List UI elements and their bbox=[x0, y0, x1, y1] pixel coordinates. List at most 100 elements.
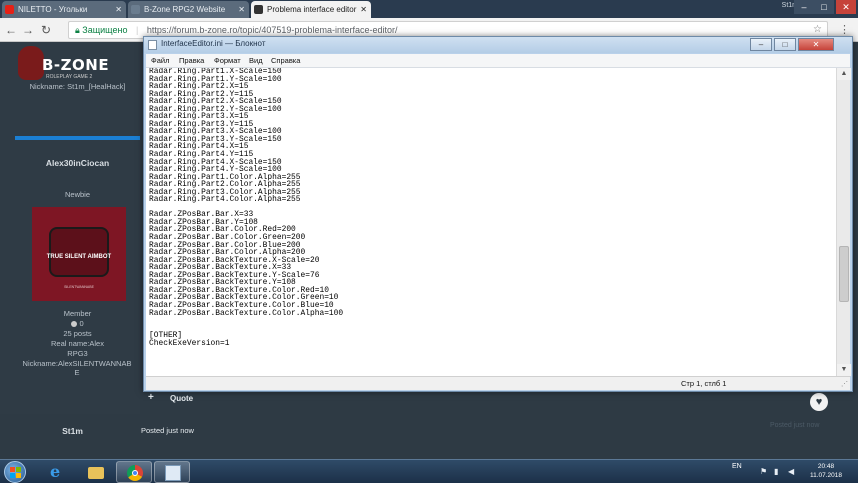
menu-view[interactable]: Вид bbox=[249, 56, 263, 65]
text-line bbox=[149, 325, 836, 333]
separator: | bbox=[135, 25, 139, 35]
language-indicator[interactable]: EN bbox=[732, 463, 742, 470]
plus-button[interactable]: + bbox=[148, 392, 154, 403]
chrome-icon bbox=[127, 465, 143, 481]
tab-niletto[interactable]: NILETTO - Угольки ✕ bbox=[2, 1, 126, 18]
taskbar-ie[interactable]: e bbox=[40, 461, 76, 483]
text-line: Radar.Ring.Part4.Color.Alpha=255 bbox=[149, 195, 301, 205]
browser-tab-strip: NILETTO - Угольки ✕ B-Zone RPG2 Website … bbox=[0, 0, 858, 18]
scroll-up-icon[interactable]: ▲ bbox=[837, 68, 851, 80]
avatar-footer: SILENTWANNABE bbox=[64, 285, 94, 289]
clock-date: 11.07.2018 bbox=[809, 472, 843, 479]
notepad-titlebar[interactable]: InterfaceEditor.ini — Блокнот – □ ✕ bbox=[144, 37, 852, 53]
reply-author[interactable]: St1m bbox=[10, 426, 135, 436]
menu-format[interactable]: Формат bbox=[214, 56, 241, 65]
text-line bbox=[149, 317, 836, 325]
maximize-icon[interactable]: □ bbox=[774, 38, 796, 51]
menu-help[interactable]: Справка bbox=[271, 56, 300, 65]
taskbar-chrome[interactable] bbox=[116, 461, 152, 483]
poster-rank: Newbie bbox=[64, 190, 90, 199]
system-clock[interactable]: 20:48 11.07.2018 bbox=[804, 462, 848, 480]
cursor-position: Стр 1, стлб 1 bbox=[681, 379, 727, 388]
flag-icon[interactable]: ⚑ bbox=[760, 467, 767, 476]
notepad-window: InterfaceEditor.ini — Блокнот – □ ✕ Файл… bbox=[143, 36, 853, 392]
scroll-down-icon[interactable]: ▼ bbox=[837, 364, 851, 376]
close-icon[interactable]: ✕ bbox=[360, 1, 367, 18]
aimbot-badge-icon bbox=[49, 227, 109, 277]
internet-explorer-icon: e bbox=[50, 462, 61, 481]
text-line: Radar.ZPosBar.BackTexture.Color.Alpha=10… bbox=[149, 308, 344, 318]
user-sidebar: B-ZONE ROLEPLAY GAME 2 Nickname: St1m_[H… bbox=[0, 42, 140, 459]
poster-real-name: Real name:Alex bbox=[51, 339, 104, 348]
tab-bzone-website[interactable]: B-Zone RPG2 Website ✕ bbox=[128, 1, 249, 18]
security-label: Защищено bbox=[82, 25, 128, 35]
reply-status: Posted just now bbox=[141, 426, 194, 435]
post-actions-bar: + Quote bbox=[140, 390, 858, 412]
notepad-icon bbox=[165, 465, 181, 481]
logo-brand: B-ZONE bbox=[42, 56, 110, 74]
close-icon[interactable]: ✕ bbox=[115, 1, 122, 18]
windows-taskbar: e EN ⚑ ▮ ◀ 20:48 11.07.2018 bbox=[0, 459, 858, 483]
poster-avatar[interactable]: TRUE SILENT AIMBOT SILENTWANNABE bbox=[32, 207, 126, 301]
reputation-value: 0 bbox=[79, 319, 84, 328]
url-text: https://forum.b-zone.ro/topic/407519-pro… bbox=[146, 25, 398, 35]
tab-problema[interactable]: Problema interface editor ✕ bbox=[251, 1, 371, 18]
minimize-icon[interactable]: – bbox=[750, 38, 772, 51]
skull-logo-icon bbox=[18, 46, 44, 80]
heart-icon[interactable]: ♥ bbox=[810, 393, 828, 411]
quote-button[interactable]: Quote bbox=[170, 394, 193, 403]
logo-tagline: ROLEPLAY GAME 2 bbox=[46, 74, 93, 80]
volume-icon[interactable]: ◀ bbox=[788, 467, 794, 476]
maximize-icon[interactable]: □ bbox=[814, 0, 834, 14]
menu-edit[interactable]: Правка bbox=[179, 56, 204, 65]
close-icon[interactable]: ✕ bbox=[238, 1, 245, 18]
notepad-text-area[interactable]: Radar.Ring.Part1.X-Scale=150 Radar.Ring.P… bbox=[146, 68, 836, 376]
scroll-thumb[interactable] bbox=[839, 246, 849, 302]
taskbar-notepad[interactable] bbox=[154, 461, 190, 483]
poster-group: Member bbox=[63, 309, 92, 318]
text-line: Radar.Ring.Part3.Y-Scale=150 bbox=[149, 134, 282, 144]
clock-time: 20:48 bbox=[817, 463, 835, 470]
start-button[interactable] bbox=[4, 461, 26, 483]
resize-grip-icon[interactable]: ⋰ bbox=[841, 380, 848, 388]
bzone-logo[interactable]: B-ZONE ROLEPLAY GAME 2 bbox=[18, 46, 114, 86]
folder-icon bbox=[88, 467, 104, 479]
reload-icon[interactable]: ↻ bbox=[38, 22, 54, 38]
text-line: Radar.Ring.Part1.Y-Scale=100 bbox=[149, 74, 282, 84]
close-icon[interactable]: ✕ bbox=[836, 0, 856, 14]
youtube-icon bbox=[5, 5, 14, 14]
network-icon[interactable]: ▮ bbox=[774, 467, 778, 476]
poster-nickname: Nickname:AlexSILENTWANNABE bbox=[22, 359, 132, 377]
notepad-menubar: Файл Правка Формат Вид Справка bbox=[146, 54, 850, 68]
poster-server: RPG3 bbox=[67, 349, 88, 358]
notepad-icon bbox=[148, 40, 157, 50]
text-line: Radar.Ring.Part2.Y-Scale=100 bbox=[149, 104, 282, 114]
menu-file[interactable]: Файл bbox=[151, 56, 169, 65]
tab-label: B-Zone RPG2 Website bbox=[144, 5, 226, 14]
text-line: CheckExeVersion=1 bbox=[149, 338, 230, 348]
post-divider bbox=[15, 136, 140, 140]
text-line: [OTHER] bbox=[149, 331, 183, 341]
poster-name[interactable]: Alex30inCiocan bbox=[15, 158, 140, 168]
reputation-dot-icon bbox=[71, 321, 78, 328]
avatar-caption: TRUE SILENT AIMBOT bbox=[46, 254, 112, 260]
notepad-statusbar: Стр 1, стлб 1 ⋰ bbox=[146, 376, 850, 390]
close-icon[interactable]: ✕ bbox=[798, 38, 834, 51]
tab-label: NILETTO - Угольки bbox=[18, 5, 88, 14]
browser-menu-icon[interactable]: ⋮ bbox=[839, 23, 850, 36]
tab-label: Problema interface editor bbox=[267, 5, 357, 14]
poster-reputation: 0 bbox=[15, 319, 140, 328]
minimize-icon[interactable]: – bbox=[794, 0, 814, 14]
vertical-scrollbar[interactable]: ▲ ▼ bbox=[836, 68, 851, 376]
top-user-nickname: Nickname: St1m_[HealHack] bbox=[29, 82, 126, 91]
forward-arrow-icon[interactable]: → bbox=[20, 22, 36, 38]
notepad-title: InterfaceEditor.ini — Блокнот bbox=[161, 39, 266, 48]
site-icon bbox=[131, 5, 140, 14]
site-icon bbox=[254, 5, 263, 14]
desktop-screen: NILETTO - Угольки ✕ B-Zone RPG2 Website … bbox=[0, 0, 858, 483]
taskbar-explorer[interactable] bbox=[78, 461, 114, 483]
windows-logo-icon bbox=[10, 467, 21, 478]
back-arrow-icon[interactable]: ← bbox=[3, 22, 19, 38]
reply-row: St1m Posted just now bbox=[0, 414, 858, 459]
poster-post-count: 25 posts bbox=[63, 329, 92, 338]
